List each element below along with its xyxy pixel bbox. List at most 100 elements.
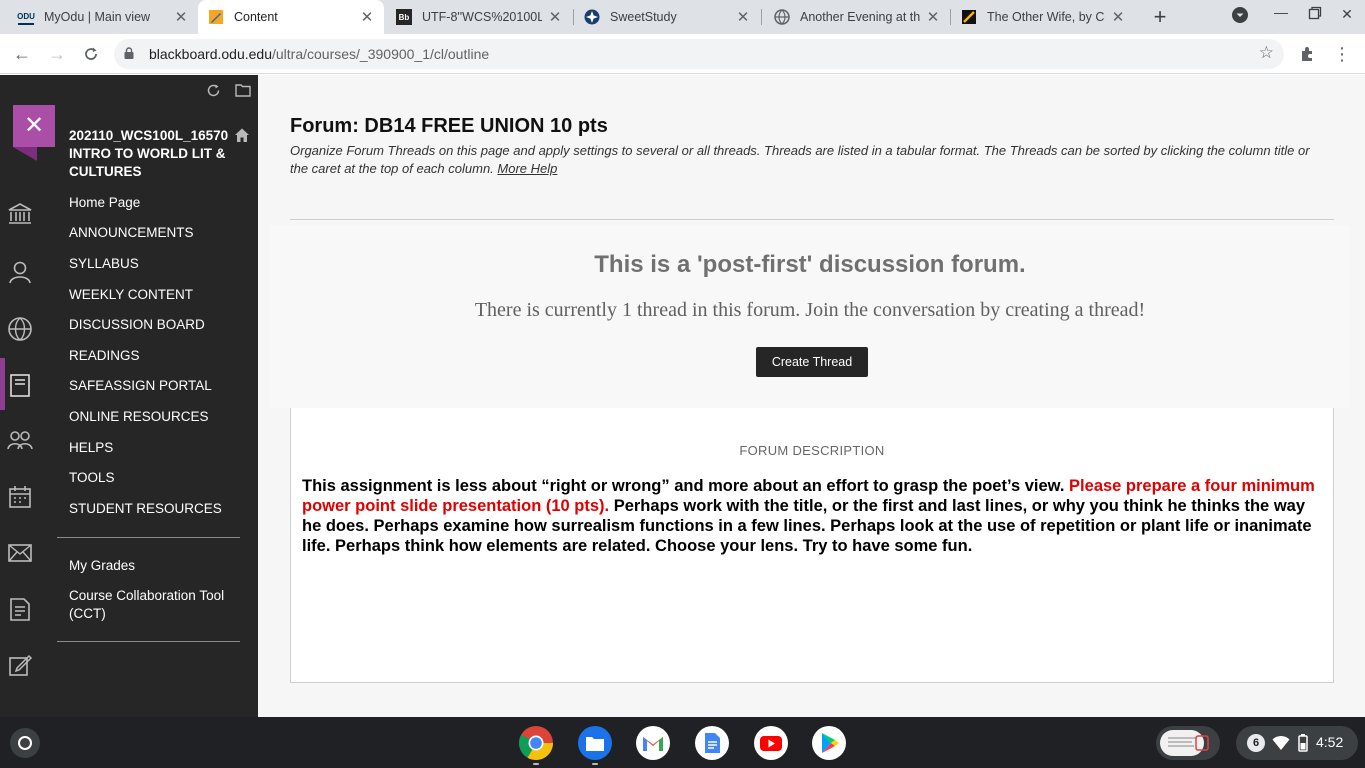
- book-icon: [961, 9, 977, 25]
- edit-icon[interactable]: [6, 651, 34, 679]
- new-tab-button[interactable]: +: [1148, 5, 1172, 29]
- window-close-icon[interactable]: ✕: [1336, 6, 1358, 23]
- wifi-icon: [1272, 735, 1290, 750]
- tab-content[interactable]: Content ✕: [198, 0, 384, 34]
- tab-separator: [761, 9, 762, 25]
- forward-button[interactable]: →: [45, 42, 69, 66]
- profile-icon[interactable]: [6, 258, 34, 286]
- description-intro: This assignment is less about “right or …: [302, 477, 1070, 495]
- messages-icon[interactable]: [6, 539, 34, 567]
- running-indicator: [533, 763, 539, 765]
- tab-title: Another Evening at th: [800, 10, 920, 24]
- home-icon[interactable]: [234, 127, 250, 143]
- tab-utf8-document[interactable]: Bb UTF-8''WCS%20100L% ✕: [386, 0, 572, 34]
- close-icon[interactable]: ✕: [174, 8, 188, 26]
- tab-title: The Other Wife, by Co: [987, 10, 1105, 24]
- tab-myodu[interactable]: ODU MyOdu | Main view ✕: [8, 0, 198, 34]
- close-icon[interactable]: ✕: [548, 8, 562, 26]
- menu-divider: [57, 641, 240, 642]
- tab-search-icon[interactable]: [1229, 6, 1251, 27]
- tab-sweetstudy[interactable]: SweetStudy ✕: [574, 0, 760, 34]
- course-menu: ✕ 202110_WCS100L_16570 INTRO TO WORLD LI…: [13, 75, 258, 717]
- tab-title: UTF-8''WCS%20100L%: [422, 10, 542, 24]
- menu-item-announcements[interactable]: ANNOUNCEMENTS: [69, 225, 194, 240]
- more-help-link[interactable]: More Help: [497, 161, 557, 176]
- menu-item-online-resources[interactable]: ONLINE RESOURCES: [69, 409, 209, 424]
- forum-description-box: FORUM DESCRIPTION This assignment is les…: [290, 408, 1334, 683]
- tab-title: Content: [234, 10, 278, 24]
- rail-selected-indicator: [0, 358, 5, 410]
- menu-item-helps[interactable]: HELPS: [69, 440, 113, 455]
- page-title: Forum: DB14 FREE UNION 10 pts: [290, 115, 608, 137]
- courses-icon[interactable]: [6, 371, 34, 399]
- grades-icon[interactable]: [6, 595, 34, 623]
- url-text: blackboard.odu.edu/ultra/courses/_390900…: [149, 46, 489, 62]
- refresh-icon[interactable]: [206, 83, 221, 101]
- menu-item-home-page[interactable]: Home Page: [69, 195, 140, 210]
- close-icon[interactable]: ✕: [926, 8, 940, 26]
- post-first-heading: This is a 'post-first' discussion forum.: [594, 251, 1026, 278]
- globe-icon[interactable]: [6, 315, 34, 343]
- docs-icon[interactable]: [694, 725, 730, 761]
- menu-item-my-grades[interactable]: My Grades: [69, 558, 135, 573]
- close-icon[interactable]: ✕: [736, 8, 750, 26]
- url-path: /ultra/courses/_390900_1/cl/outline: [272, 46, 490, 62]
- calendar-icon[interactable]: [6, 483, 34, 511]
- menu-item-readings[interactable]: READINGS: [69, 348, 140, 363]
- notification-count-badge: 6: [1247, 734, 1265, 752]
- bookmark-star-icon[interactable]: ☆: [1259, 43, 1274, 63]
- organizations-icon[interactable]: [6, 427, 34, 455]
- content-area: Forum: DB14 FREE UNION 10 pts Organize F…: [258, 75, 1365, 717]
- help-text: Organize Forum Threads on this page and …: [290, 143, 1310, 176]
- menu-divider: [57, 537, 240, 538]
- ultra-nav-rail: [0, 75, 38, 717]
- menu-item-safeassign-portal[interactable]: SAFEASSIGN PORTAL: [69, 378, 212, 393]
- menu-item-weekly-content[interactable]: WEEKLY CONTENT: [69, 287, 193, 302]
- menu-item-syllabus[interactable]: SYLLABUS: [69, 256, 139, 271]
- tab-title: SweetStudy: [610, 10, 677, 24]
- close-icon[interactable]: ✕: [360, 8, 374, 26]
- reload-button[interactable]: [79, 42, 103, 66]
- holding-space-thumbnail[interactable]: [1156, 726, 1220, 760]
- launcher-icon[interactable]: [10, 728, 40, 758]
- chrome-menu-icon[interactable]: ⋮: [1330, 42, 1354, 66]
- address-bar[interactable]: blackboard.odu.edu/ultra/courses/_390900…: [114, 39, 1284, 69]
- post-first-subtext: There is currently 1 thread in this foru…: [474, 299, 1146, 321]
- battery-icon: [1298, 734, 1308, 752]
- tab-the-other-wife[interactable]: The Other Wife, by Co ✕: [951, 0, 1135, 34]
- section-divider: [290, 219, 1334, 220]
- menu-item-discussion-board[interactable]: DISCUSSION BOARD: [69, 317, 205, 332]
- chrome-icon[interactable]: [518, 725, 554, 761]
- files-icon[interactable]: [577, 725, 613, 761]
- lock-icon: [124, 47, 134, 59]
- gmail-icon[interactable]: [635, 725, 671, 761]
- menu-item-tools[interactable]: TOOLS: [69, 470, 115, 485]
- post-first-notice: This is a 'post-first' discussion forum.…: [270, 225, 1350, 408]
- institution-icon[interactable]: [6, 200, 34, 228]
- menu-item-student-resources[interactable]: STUDENT RESOURCES: [69, 501, 222, 516]
- back-button[interactable]: ←: [10, 42, 34, 66]
- course-title[interactable]: 202110_WCS100L_16570 INTRO TO WORLD LIT …: [69, 127, 229, 181]
- os-shelf: 6 4:52: [0, 717, 1365, 768]
- globe-icon: [774, 9, 790, 25]
- forum-help-text: Organize Forum Threads on this page and …: [290, 142, 1330, 178]
- extensions-icon[interactable]: [1296, 42, 1320, 66]
- forum-description-text: This assignment is less about “right or …: [302, 476, 1322, 556]
- youtube-icon[interactable]: [753, 725, 789, 761]
- menu-item-course-collaboration-tool[interactable]: Course Collaboration Tool (CCT): [69, 587, 249, 623]
- create-thread-button[interactable]: Create Thread: [756, 347, 868, 377]
- clock-time: 4:52: [1316, 734, 1344, 750]
- url-host: blackboard.odu.edu: [149, 46, 272, 62]
- tab-another-evening[interactable]: Another Evening at th ✕: [764, 0, 950, 34]
- restore-icon[interactable]: [1304, 6, 1326, 23]
- close-icon[interactable]: ✕: [1111, 8, 1125, 26]
- folder-icon[interactable]: [235, 83, 251, 100]
- status-tray[interactable]: 6 4:52: [1236, 726, 1358, 760]
- browser-toolbar: ← → blackboard.odu.edu/ultra/courses/_39…: [0, 34, 1365, 74]
- odu-icon: ODU: [17, 9, 35, 25]
- tab-title: MyOdu | Main view: [44, 10, 151, 24]
- close-course-button[interactable]: ✕: [13, 105, 55, 147]
- play-store-icon[interactable]: [811, 725, 847, 761]
- minimize-icon[interactable]: —: [1270, 4, 1292, 20]
- blackboard-pencil-icon: [208, 9, 224, 25]
